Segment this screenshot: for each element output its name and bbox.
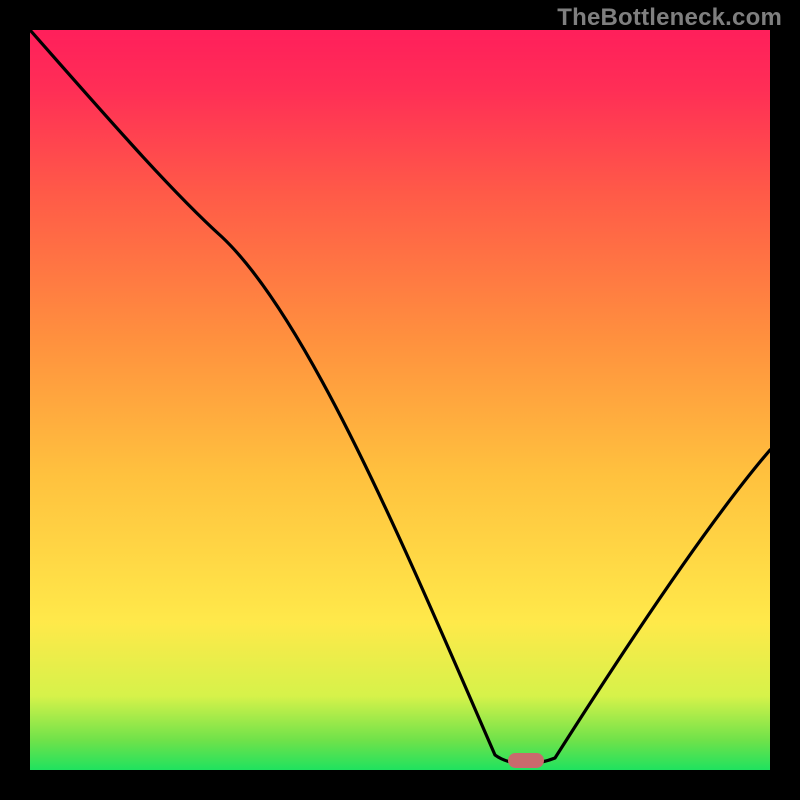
watermark-text: TheBottleneck.com <box>557 4 782 32</box>
chart-frame: TheBottleneck.com <box>0 0 800 800</box>
bottleneck-curve <box>30 30 770 764</box>
plot-area <box>30 30 770 770</box>
valley-marker <box>508 753 544 768</box>
plot-svg <box>30 30 770 770</box>
